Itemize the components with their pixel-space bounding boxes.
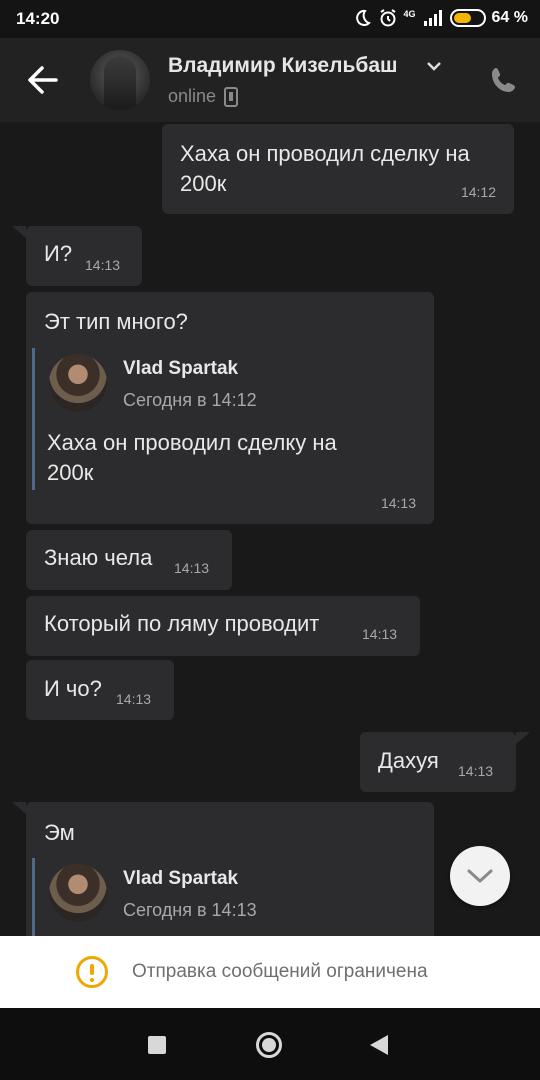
chevron-down-icon (467, 869, 493, 883)
contact-avatar[interactable] (90, 50, 150, 110)
restriction-text: Отправка сообщений ограничена (132, 961, 428, 982)
reply-text: Хаха он проводил сделку на 200к (47, 430, 337, 485)
recent-apps-icon[interactable] (148, 1036, 166, 1054)
message-time: 14:12 (460, 184, 496, 200)
message-text: Эт тип много? (44, 309, 188, 334)
online-label: online (168, 86, 217, 106)
message-time: 14:13 (174, 560, 210, 576)
chat-header: Владимир Кизельбаш online (0, 38, 540, 122)
back-arrow-icon[interactable] (22, 62, 62, 98)
network-label: 4G (403, 9, 416, 19)
message-time: 14:13 (85, 257, 121, 273)
status-bar: 14:20 4G 64 % (0, 0, 540, 38)
chevron-down-icon[interactable] (426, 60, 442, 72)
status-time: 14:20 (16, 9, 60, 28)
scroll-to-bottom-button[interactable] (450, 846, 510, 906)
warning-icon (76, 956, 108, 988)
reply-date: Сегодня в 14:12 (123, 390, 257, 410)
back-icon[interactable] (370, 1035, 388, 1055)
message-text: Который по ляму проводит (44, 611, 320, 636)
battery-percent: 64 % (491, 9, 528, 26)
status-icons: 4G 64 % (352, 8, 528, 28)
message-bubble-outgoing[interactable]: Хаха он проводил сделку на 200к 14:12 (162, 124, 514, 214)
contact-name[interactable]: Владимир Кизельбаш (168, 54, 398, 78)
message-bubble-incoming[interactable]: Который по ляму проводит 14:13 (26, 596, 420, 656)
message-text: Эм (44, 820, 75, 845)
message-text: Дахуя (378, 748, 439, 773)
reply-quote[interactable]: Vlad Spartak Сегодня в 14:12 Хаха он про… (32, 348, 422, 490)
battery-icon (449, 9, 486, 27)
message-bubble-incoming[interactable]: Знаю чела 14:13 (26, 530, 232, 590)
bubble-tail (516, 732, 530, 744)
bubble-tail (12, 226, 26, 238)
message-time: 14:13 (362, 626, 398, 642)
reply-author-avatar (49, 354, 107, 412)
message-bubble-outgoing[interactable]: Дахуя 14:13 (360, 732, 530, 792)
phone-call-icon[interactable] (490, 66, 518, 94)
message-text: И? (44, 241, 73, 266)
moon-icon (355, 9, 371, 26)
message-time: 14:13 (116, 691, 152, 707)
battery-level (453, 13, 472, 23)
message-time: 14:13 (458, 763, 494, 779)
reply-author-name: Vlad Spartak (123, 868, 239, 889)
system-navigation-bar (0, 1008, 540, 1080)
message-text: Знаю чела (44, 545, 153, 570)
message-time: 14:13 (380, 495, 416, 511)
reply-date: Сегодня в 14:13 (123, 900, 257, 920)
contact-status: online (168, 86, 239, 107)
chat-screen: 14:20 4G 64 % Владимир Кизельбаш online … (0, 0, 540, 1080)
mobile-device-icon (224, 86, 239, 107)
bubble-tail (12, 802, 26, 814)
message-bubble-incoming[interactable]: И чо? 14:13 (26, 660, 174, 720)
message-text: И чо? (44, 676, 102, 701)
messaging-restricted-banner: Отправка сообщений ограничена (0, 936, 540, 1008)
reply-author-name: Vlad Spartak (123, 358, 239, 379)
reply-author-avatar (49, 864, 107, 922)
signal-icon (423, 10, 442, 26)
message-bubble-incoming[interactable]: И? 14:13 (12, 226, 142, 286)
home-icon[interactable] (256, 1032, 282, 1058)
alarm-icon (379, 9, 396, 27)
message-bubble-incoming-reply[interactable]: Эт тип много? Vlad Spartak Сегодня в 14:… (26, 292, 434, 524)
